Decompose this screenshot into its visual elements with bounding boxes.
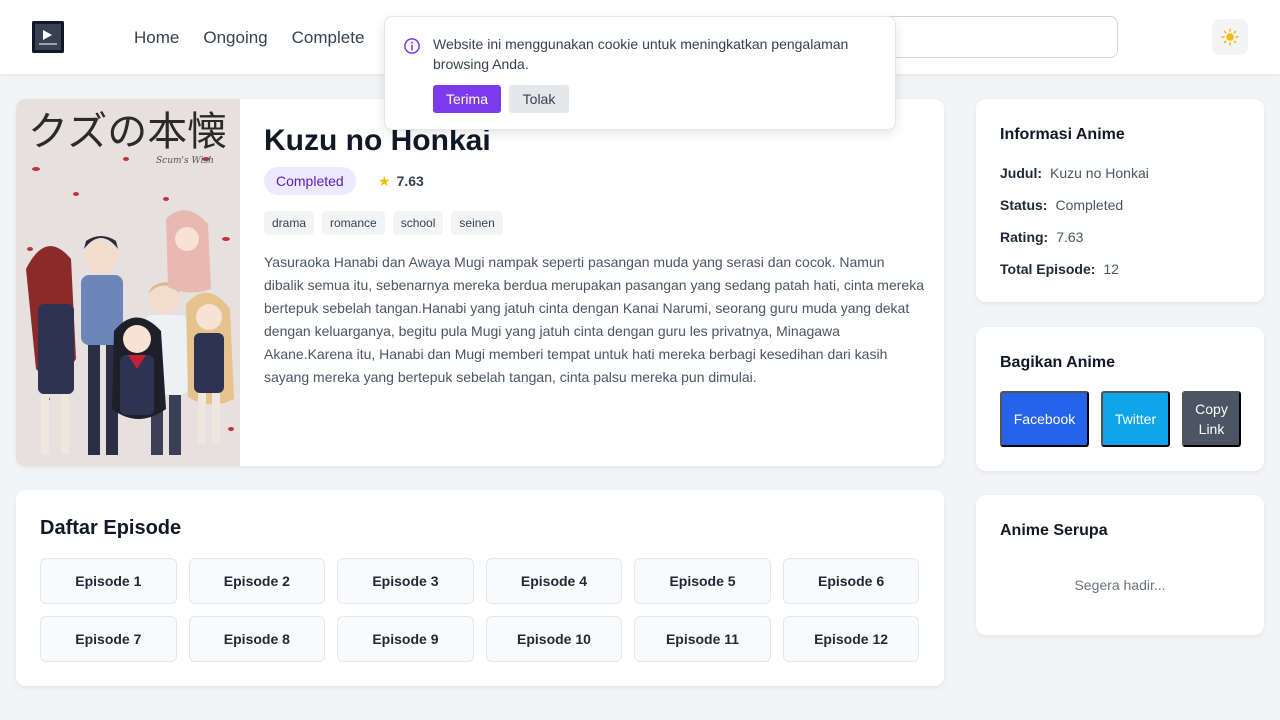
coming-soon-text: Segera hadir... bbox=[1074, 577, 1166, 593]
cookie-banner: Website ini menggunakan cookie untuk men… bbox=[384, 16, 896, 130]
twitter-share-button[interactable]: Twitter bbox=[1101, 391, 1170, 447]
main-nav: Home Ongoing Complete bbox=[134, 27, 364, 49]
episode-button[interactable]: Episode 9 bbox=[337, 616, 474, 662]
anime-poster: クズの本懐 Scum's Wish bbox=[16, 99, 240, 466]
anime-detail-card: クズの本懐 Scum's Wish Kuzu no Honkai Complet… bbox=[16, 99, 944, 466]
poster-subtitle: Scum's Wish bbox=[156, 156, 214, 166]
sun-icon bbox=[1221, 28, 1239, 46]
episode-button[interactable]: Episode 10 bbox=[485, 616, 623, 662]
episode-list-title: Daftar Episode bbox=[40, 517, 182, 539]
synopsis: Yasuraoka Hanabi dan Awaya Mugi nampak s… bbox=[264, 254, 924, 385]
accept-cookie-button[interactable]: Terima bbox=[433, 85, 501, 113]
episode-button[interactable]: Episode 4 bbox=[485, 558, 623, 604]
nav-home[interactable]: Home bbox=[134, 27, 179, 49]
theme-toggle-button[interactable] bbox=[1212, 19, 1248, 55]
episode-grid: Episode 1 Episode 2 Episode 3 Episode 4 … bbox=[40, 558, 920, 662]
genre-tag[interactable]: school bbox=[392, 211, 444, 235]
anime-info-card: Informasi Anime Judul: Kuzu no Honkai Sta… bbox=[976, 99, 1264, 302]
episode-button[interactable]: Episode 5 bbox=[634, 558, 771, 604]
poster-title: クズの本懐 bbox=[28, 109, 227, 155]
similar-title: Anime Serupa bbox=[1000, 522, 1108, 539]
status-badge: Completed bbox=[264, 167, 356, 195]
episode-button[interactable]: Episode 3 bbox=[337, 558, 474, 604]
similar-anime-card: Anime Serupa Segera hadir... bbox=[976, 495, 1264, 635]
info-row-rating: Rating: 7.63 bbox=[1000, 229, 1084, 245]
nav-ongoing[interactable]: Ongoing bbox=[203, 27, 267, 49]
info-icon bbox=[404, 38, 420, 54]
episode-button[interactable]: Episode 2 bbox=[188, 558, 326, 604]
episode-button[interactable]: Episode 7 bbox=[40, 616, 177, 662]
logo-play-icon bbox=[32, 21, 64, 53]
search-input[interactable] bbox=[860, 16, 1118, 58]
rating: ★ 7.63 bbox=[378, 171, 424, 191]
episode-button[interactable]: Episode 11 bbox=[634, 616, 771, 662]
share-card: Bagikan Anime Facebook Twitter Copy Link bbox=[976, 327, 1264, 471]
facebook-share-button[interactable]: Facebook bbox=[1000, 391, 1089, 447]
rating-value: 7.63 bbox=[396, 173, 424, 189]
info-row-status: Status: Completed bbox=[1000, 197, 1124, 213]
genre-list: drama romance school seinen bbox=[264, 211, 503, 235]
star-icon: ★ bbox=[378, 173, 391, 189]
genre-tag[interactable]: drama bbox=[264, 211, 315, 235]
info-title: Informasi Anime bbox=[1000, 126, 1125, 143]
genre-tag[interactable]: romance bbox=[322, 211, 385, 235]
site-logo[interactable] bbox=[32, 21, 64, 53]
nav-complete[interactable]: Complete bbox=[292, 27, 365, 49]
copy-link-button[interactable]: Copy Link bbox=[1182, 391, 1241, 447]
episode-button[interactable]: Episode 1 bbox=[40, 558, 177, 604]
poster-illustration: クズの本懐 Scum's Wish bbox=[16, 99, 240, 466]
share-title: Bagikan Anime bbox=[1000, 354, 1115, 371]
episode-button[interactable]: Episode 12 bbox=[782, 616, 920, 662]
episode-button[interactable]: Episode 6 bbox=[782, 558, 920, 604]
genre-tag[interactable]: seinen bbox=[451, 211, 503, 235]
cookie-message: Website ini menggunakan cookie untuk men… bbox=[433, 36, 849, 72]
episode-button[interactable]: Episode 8 bbox=[188, 616, 326, 662]
episode-list-card: Daftar Episode Episode 1 Episode 2 Episo… bbox=[16, 490, 944, 686]
reject-cookie-button[interactable]: Tolak bbox=[509, 85, 569, 113]
info-row-total-episode: Total Episode: 12 bbox=[1000, 261, 1119, 277]
info-row-title: Judul: Kuzu no Honkai bbox=[1000, 165, 1149, 181]
